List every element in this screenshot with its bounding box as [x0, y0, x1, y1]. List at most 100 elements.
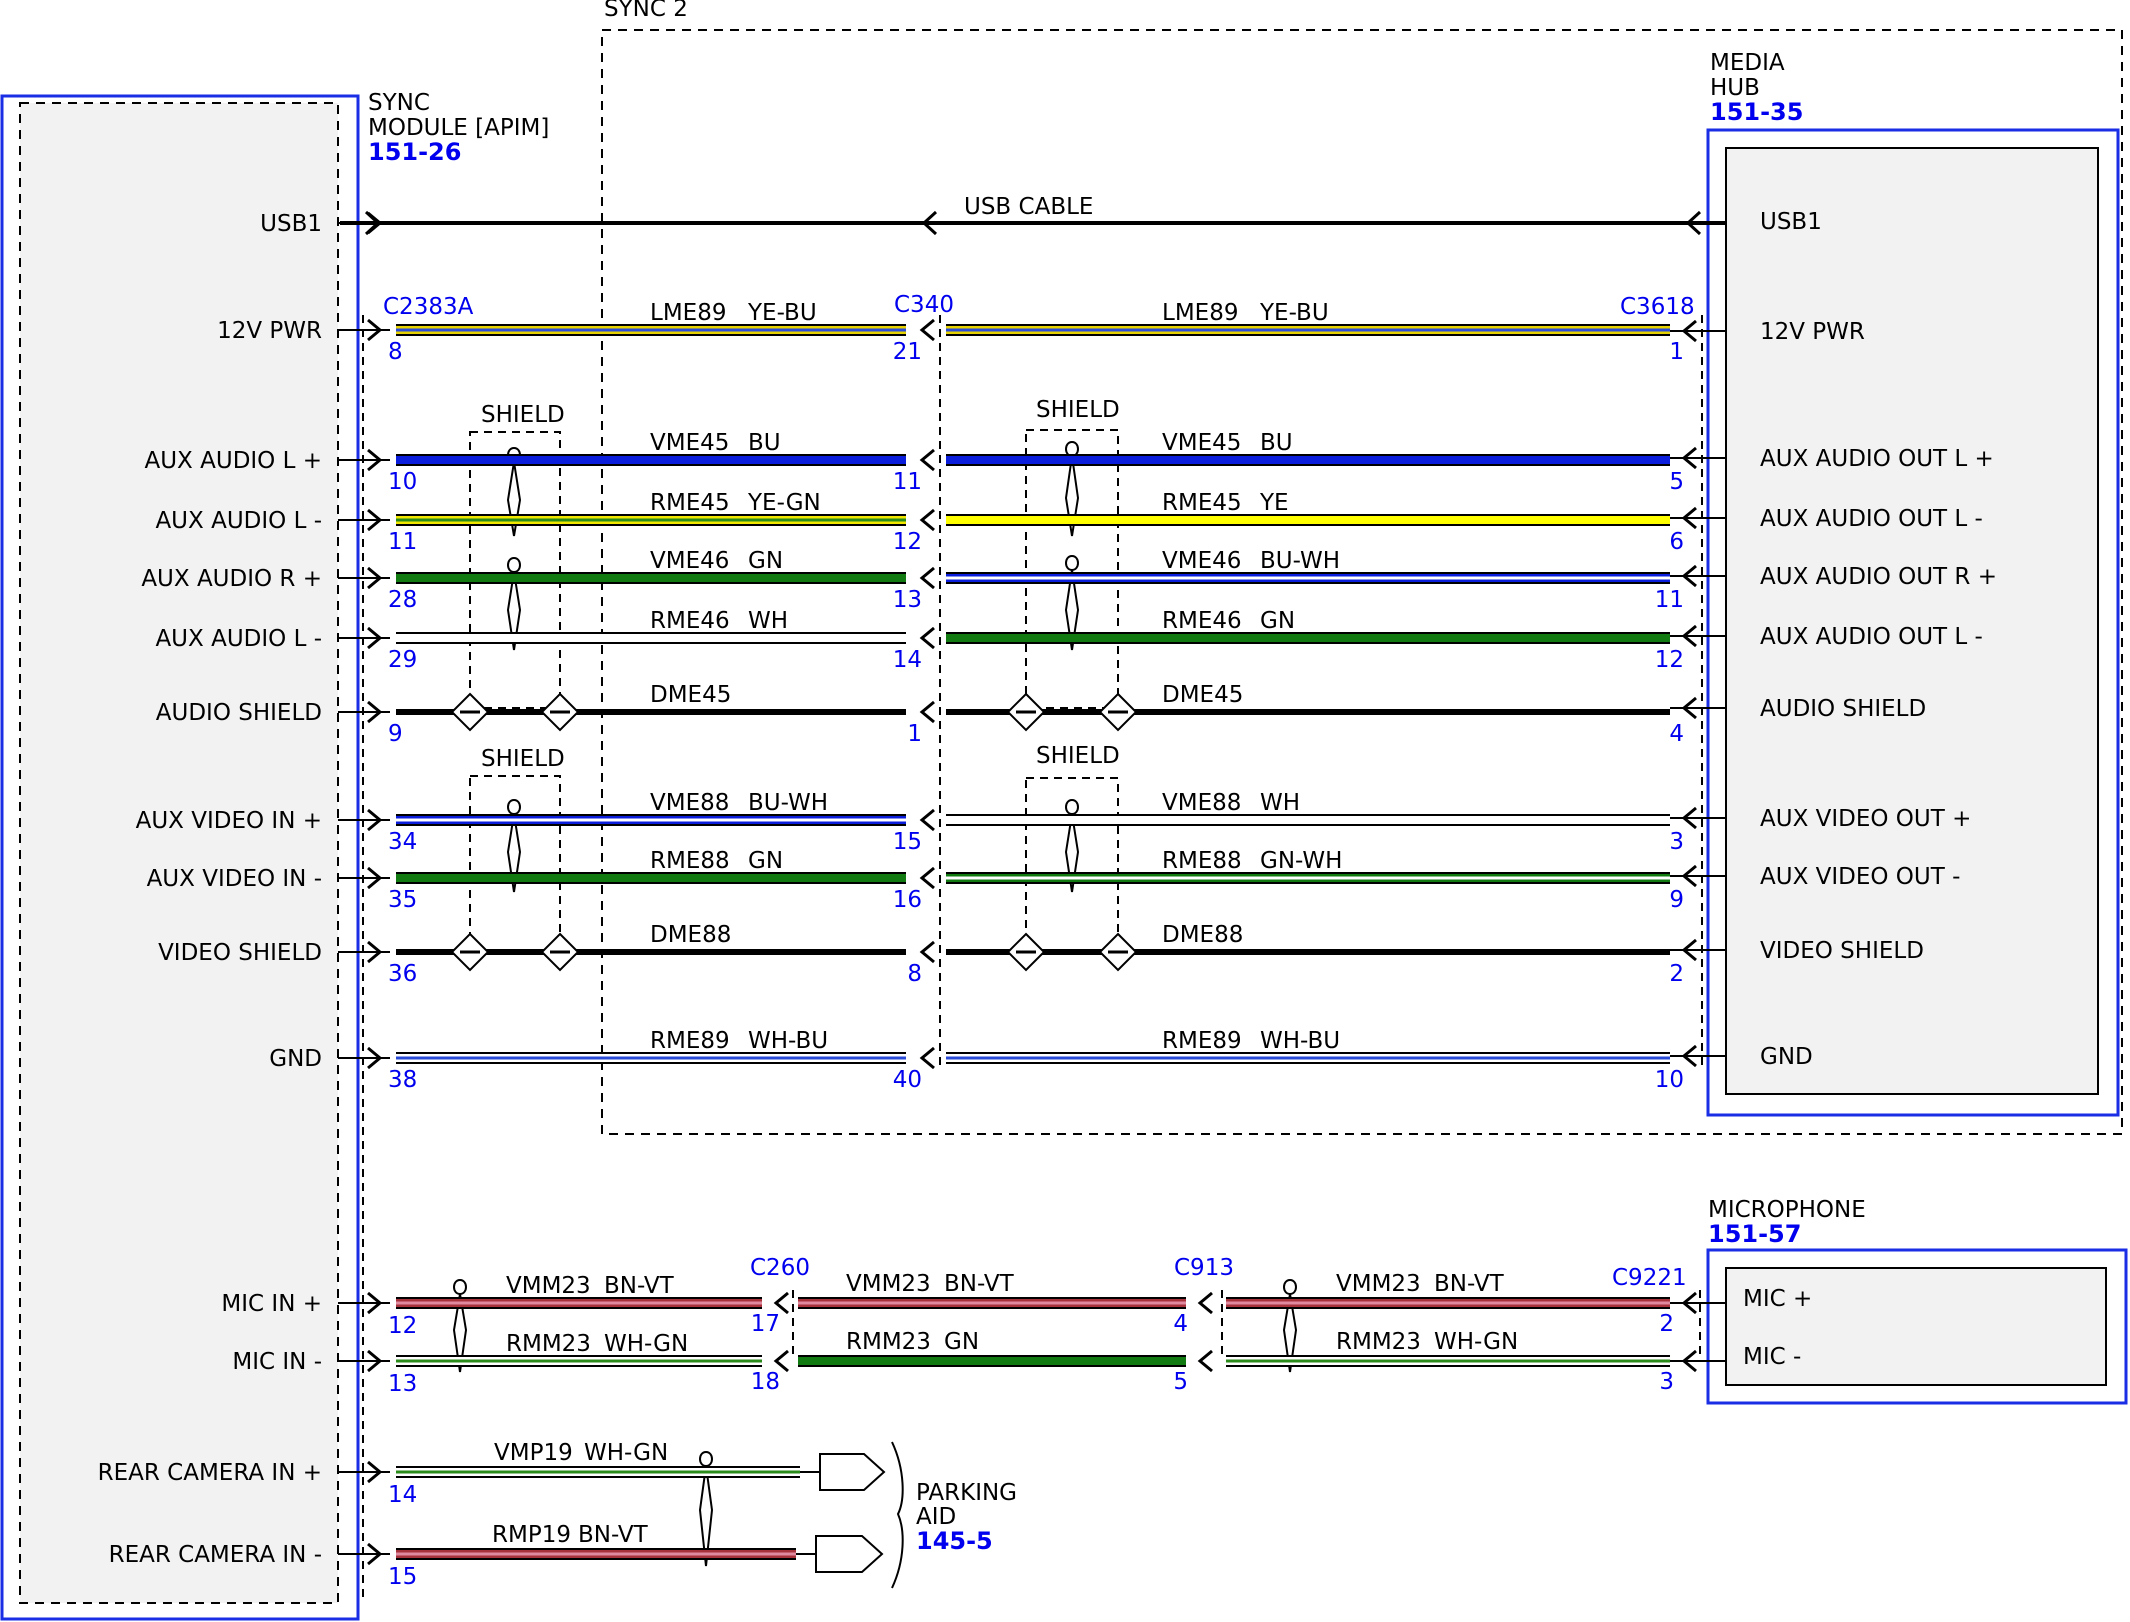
camera-pin-sync: 15 [388, 1564, 417, 1590]
wire-pin-sync: 10 [388, 469, 417, 495]
wire-right-circuit: RME46 [1162, 608, 1242, 634]
camera-wire [396, 1466, 800, 1478]
wire-pin-sync: 38 [388, 1067, 417, 1093]
wire-c340-arrow [919, 700, 935, 724]
camera-wire-row: RMP19 BN-VT 15 [388, 1522, 816, 1590]
sync-pin-label: AUX AUDIO L - [155, 626, 322, 652]
camera-pin-sync: 14 [388, 1482, 417, 1508]
parking-aid-name-line1: PARKING [916, 1480, 1017, 1506]
wire-pin-c340: 13 [893, 587, 922, 613]
wire-row: RME45 YE-GN RME45 YE 11 12 6 [388, 490, 1684, 555]
mic-seg3-circuit: VMM23 [1336, 1271, 1421, 1297]
sync-pin-label: REAR CAMERA IN - [109, 1542, 322, 1568]
parking-aid-bracket [891, 1441, 904, 1589]
wire-pin-sync: 29 [388, 647, 417, 673]
video-shield-right: SHIELD [1025, 743, 1120, 951]
sync-pin-label: GND [269, 1046, 322, 1072]
wire-left-circuit: DME88 [650, 922, 731, 948]
wire-right-circuit: RME89 [1162, 1028, 1242, 1054]
mic-seg3-color: BN-VT [1434, 1271, 1505, 1297]
connector-c2383a: C2383A [383, 294, 474, 320]
connector-c9221: C9221 [1612, 1265, 1687, 1291]
audio-shield-left-label: SHIELD [481, 402, 565, 428]
wire-pin-hub: 6 [1669, 529, 1684, 555]
hub-pin-label: 12V PWR [1760, 319, 1865, 345]
wire-pin-sync: 28 [388, 587, 417, 613]
media-hub-name-line1: MEDIA [1710, 50, 1785, 76]
sync-pin-label: REAR CAMERA IN + [98, 1460, 322, 1486]
wire-left-color: WH [748, 608, 788, 634]
wire-right-circuit: VME88 [1162, 790, 1241, 816]
wire-right-color: WH [1260, 790, 1300, 816]
wire-pin-c340: 14 [893, 647, 922, 673]
wire-pin-hub: 4 [1669, 721, 1684, 747]
mic-seg1-circuit: VMM23 [506, 1273, 591, 1299]
mic-pin-microphone: 3 [1659, 1369, 1674, 1395]
wire-row: VME45 BU VME45 BU 10 11 5 [388, 430, 1684, 495]
wire-row: VME88 BU-WH VME88 WH 34 15 3 [388, 790, 1684, 855]
mic-wire-row: VMM23 BN-VT VMM23 BN-VT VMM23 BN-VT 12 17 4 2 [388, 1271, 1726, 1339]
audio-shield-right-label: SHIELD [1036, 397, 1120, 423]
parking-aid-plug-1 [819, 1453, 886, 1491]
wire-right-color: GN-WH [1260, 848, 1342, 874]
wire-left-color: WH-BU [748, 1028, 828, 1054]
mic-c260-arrow [773, 1291, 789, 1315]
wire-pin-c340: 16 [893, 887, 922, 913]
wire-pin-sync: 35 [388, 887, 417, 913]
wire-pin-hub: 1 [1669, 339, 1684, 365]
wire-row: VME46 GN VME46 BU-WH 28 13 11 [388, 548, 1684, 613]
wire-pin-sync: 8 [388, 339, 403, 365]
wire-left-circuit: RME89 [650, 1028, 730, 1054]
wire-left-circuit: LME89 [650, 300, 726, 326]
mic-seg1-circuit: RMM23 [506, 1331, 591, 1357]
wire-c340-arrow [919, 318, 935, 342]
hub-pin-label: AUX AUDIO OUT L - [1760, 624, 1983, 650]
mic-pin-c913: 4 [1173, 1311, 1188, 1337]
wire-right-circuit: DME88 [1162, 922, 1243, 948]
camera-wire [396, 1548, 796, 1560]
wire-pin-c340: 8 [907, 961, 922, 987]
hub-pin-label: USB1 [1760, 209, 1822, 235]
mic-pin-sync: 13 [388, 1371, 417, 1397]
usb-cable-label: USB CABLE [964, 194, 1093, 220]
wire-right-circuit: RME88 [1162, 848, 1242, 874]
wire-left-circuit: VME88 [650, 790, 729, 816]
mic-c913-arrow [1197, 1349, 1213, 1373]
wire-c340-arrow [919, 1046, 935, 1070]
wire-left-color: GN [748, 848, 783, 874]
mic-wire-segment-3 [1226, 1297, 1670, 1309]
wire-pin-hub: 10 [1655, 1067, 1684, 1093]
mic-c260-arrow [773, 1349, 789, 1373]
wire-row: RME89 WH-BU RME89 WH-BU 38 40 10 [388, 1028, 1684, 1093]
wire-left-circuit: RME88 [650, 848, 730, 874]
sync-pin-label: MIC IN + [221, 1291, 322, 1317]
wire-pin-sync: 36 [388, 961, 417, 987]
wire-left-circuit: VME46 [650, 548, 729, 574]
video-shield-right-label: SHIELD [1036, 743, 1120, 769]
hub-pin-label: AUX VIDEO OUT + [1760, 806, 1971, 832]
sync-pin-label: AUX AUDIO L - [155, 508, 322, 534]
parking-aid-ref: 145-5 [916, 1527, 993, 1555]
mic-seg2-circuit: RMM23 [846, 1329, 931, 1355]
connector-c913: C913 [1174, 1255, 1234, 1281]
mic-pin-c260: 18 [751, 1369, 780, 1395]
wire-pin-c340: 12 [893, 529, 922, 555]
parking-aid: PARKING AID 145-5 [815, 1441, 1017, 1589]
microphone-pin-mic-plus: MIC + [1743, 1286, 1812, 1312]
wire-pin-hub: 11 [1655, 587, 1684, 613]
mic-seg3-circuit: RMM23 [1336, 1329, 1421, 1355]
wire-right-color: YE-BU [1259, 300, 1329, 326]
sync-pin-label: AUX VIDEO IN + [136, 808, 322, 834]
wire-c340-arrow [919, 940, 935, 964]
camera-wire-color: BN-VT [578, 1522, 649, 1548]
audio-shield-right: SHIELD [1025, 397, 1120, 709]
hub-pin-label: AUX AUDIO OUT R + [1760, 564, 1997, 590]
mic-seg2-color: BN-VT [944, 1271, 1015, 1297]
mic-pin-sync: 12 [388, 1313, 417, 1339]
wire-right-color: GN [1260, 608, 1295, 634]
sync-pin-label: AUX AUDIO L + [144, 448, 322, 474]
mic-pin-c260: 17 [751, 1311, 780, 1337]
sync-pin-label: MIC IN - [232, 1349, 322, 1375]
sync-pin-label: AUDIO SHIELD [156, 700, 322, 726]
mic-wire-segment-2 [798, 1355, 1186, 1367]
